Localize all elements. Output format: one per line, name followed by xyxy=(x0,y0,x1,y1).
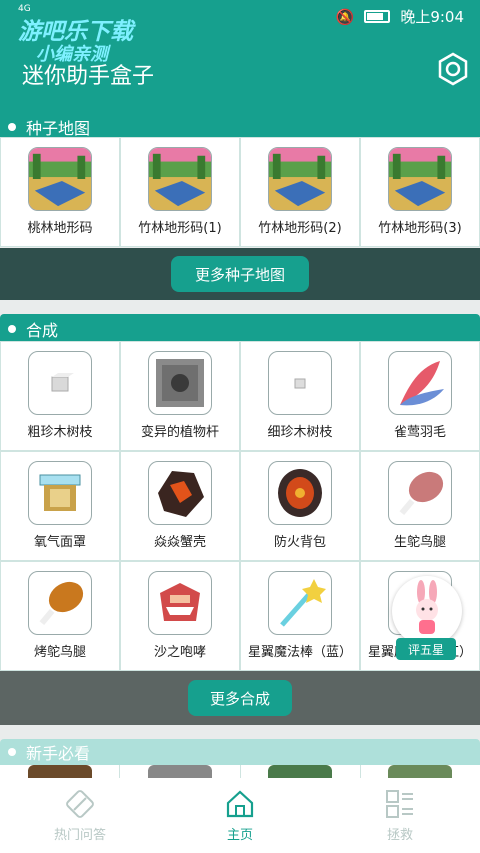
map-preview-image xyxy=(388,147,452,211)
bullet-icon xyxy=(8,123,16,131)
craft-item[interactable]: 粗珍木树枝 xyxy=(0,341,120,451)
app-header: 🔕 晚上9:04 4G 游吧乐下载 小编亲测 迷你助手盒子 xyxy=(0,0,480,108)
craft-item-label: 星翼魔法棒（蓝） xyxy=(247,645,352,660)
craft-section-title: 合成 xyxy=(26,321,59,340)
bullet-icon xyxy=(8,325,16,333)
raw-leg-icon xyxy=(388,461,452,525)
newbie-section-header: 新手必看 xyxy=(0,737,480,767)
backpack-icon xyxy=(268,461,332,525)
craft-item-label: 雀莺羽毛 xyxy=(393,425,446,440)
craft-item-label: 烤鸵鸟腿 xyxy=(33,645,86,660)
craft-section-header: 合成 xyxy=(0,314,480,344)
nav-label: 拯救 xyxy=(386,828,413,843)
seed-map-grid: 桃林地形码 竹林地形码(1) 竹林地形码(2) 竹林地形码(3) xyxy=(0,137,480,247)
craft-item[interactable]: 变异的植物杆 xyxy=(120,341,240,451)
seed-section-title: 种子地图 xyxy=(26,119,91,138)
craft-item[interactable]: 星翼魔法棒（蓝） xyxy=(240,561,360,671)
page-title: 迷你助手盒子 xyxy=(22,64,155,89)
seed-map-item[interactable]: 桃林地形码 xyxy=(0,137,120,247)
craft-item-label: 防火背包 xyxy=(273,535,326,550)
roast-leg-icon xyxy=(28,571,92,635)
craft-item-label: 粗珍木树枝 xyxy=(27,425,93,440)
settings-icon[interactable] xyxy=(436,52,470,86)
newbie-grid-peek xyxy=(0,765,480,779)
crab-shell-icon xyxy=(148,461,212,525)
nav-label: 热门问答 xyxy=(53,828,106,843)
craft-item-label: 细珍木树枝 xyxy=(267,425,333,440)
craft-item[interactable]: 生鸵鸟腿 xyxy=(360,451,480,561)
map-preview-image xyxy=(28,147,92,211)
map-preview-image xyxy=(268,147,332,211)
grid-icon xyxy=(386,790,413,818)
battery-icon xyxy=(364,10,391,23)
home-icon xyxy=(226,790,254,818)
seed-map-label: 桃林地形码 xyxy=(27,221,93,236)
craft-item-label: 生鸵鸟腿 xyxy=(393,535,446,550)
craft-item-label: 氧气面罩 xyxy=(33,535,86,550)
map-preview-image xyxy=(148,147,212,211)
more-seed-maps-button[interactable]: 更多种子地图 xyxy=(171,256,309,292)
rate-five-stars-badge[interactable]: 评五星 xyxy=(386,576,464,660)
nav-item-hot-qa[interactable]: 热门问答 xyxy=(0,778,160,853)
craft-item[interactable]: 防火背包 xyxy=(240,451,360,561)
seed-more-bar: 更多种子地图 xyxy=(0,248,480,300)
craft-item-label: 沙之咆哮 xyxy=(153,645,206,660)
seed-map-label: 竹林地形码(2) xyxy=(258,221,342,236)
craft-more-bar: 更多合成 xyxy=(0,671,480,725)
oxygen-mask-icon xyxy=(28,461,92,525)
nav-item-home[interactable]: 主页 xyxy=(160,778,320,853)
craft-item[interactable]: 焱焱蟹壳 xyxy=(120,451,240,561)
stone-block-icon xyxy=(148,351,212,415)
craft-item[interactable]: 雀莺羽毛 xyxy=(360,341,480,451)
status-time: 晚上9:04 xyxy=(400,8,464,26)
bunny-mascot-icon xyxy=(392,576,462,646)
sand-roar-icon xyxy=(148,571,212,635)
mute-icon: 🔕 xyxy=(335,7,355,26)
newbie-section-title: 新手必看 xyxy=(26,744,91,763)
seed-map-item[interactable]: 竹林地形码(1) xyxy=(120,137,240,247)
tiny-block-icon xyxy=(268,351,332,415)
seed-map-item[interactable]: 竹林地形码(2) xyxy=(240,137,360,247)
compass-icon xyxy=(66,790,94,818)
craft-item-label: 焱焱蟹壳 xyxy=(153,535,206,550)
small-block-icon xyxy=(28,351,92,415)
nav-item-rescue[interactable]: 拯救 xyxy=(320,778,480,853)
seed-map-item[interactable]: 竹林地形码(3) xyxy=(360,137,480,247)
more-crafts-button[interactable]: 更多合成 xyxy=(188,680,292,716)
status-bar: 🔕 晚上9:04 xyxy=(336,6,464,27)
magic-wand-icon xyxy=(268,571,332,635)
seed-map-label: 竹林地形码(1) xyxy=(138,221,222,236)
rate-label: 评五星 xyxy=(396,638,456,660)
craft-item[interactable]: 沙之咆哮 xyxy=(120,561,240,671)
nav-label: 主页 xyxy=(226,828,253,843)
craft-item-label: 变异的植物杆 xyxy=(140,425,219,440)
craft-item[interactable]: 氧气面罩 xyxy=(0,451,120,561)
craft-item[interactable]: 细珍木树枝 xyxy=(240,341,360,451)
seed-map-label: 竹林地形码(3) xyxy=(378,221,462,236)
craft-item[interactable]: 烤鸵鸟腿 xyxy=(0,561,120,671)
feather-icon xyxy=(388,351,452,415)
bottom-nav: 热门问答 主页 拯救 xyxy=(0,778,480,853)
bullet-icon xyxy=(8,748,16,756)
